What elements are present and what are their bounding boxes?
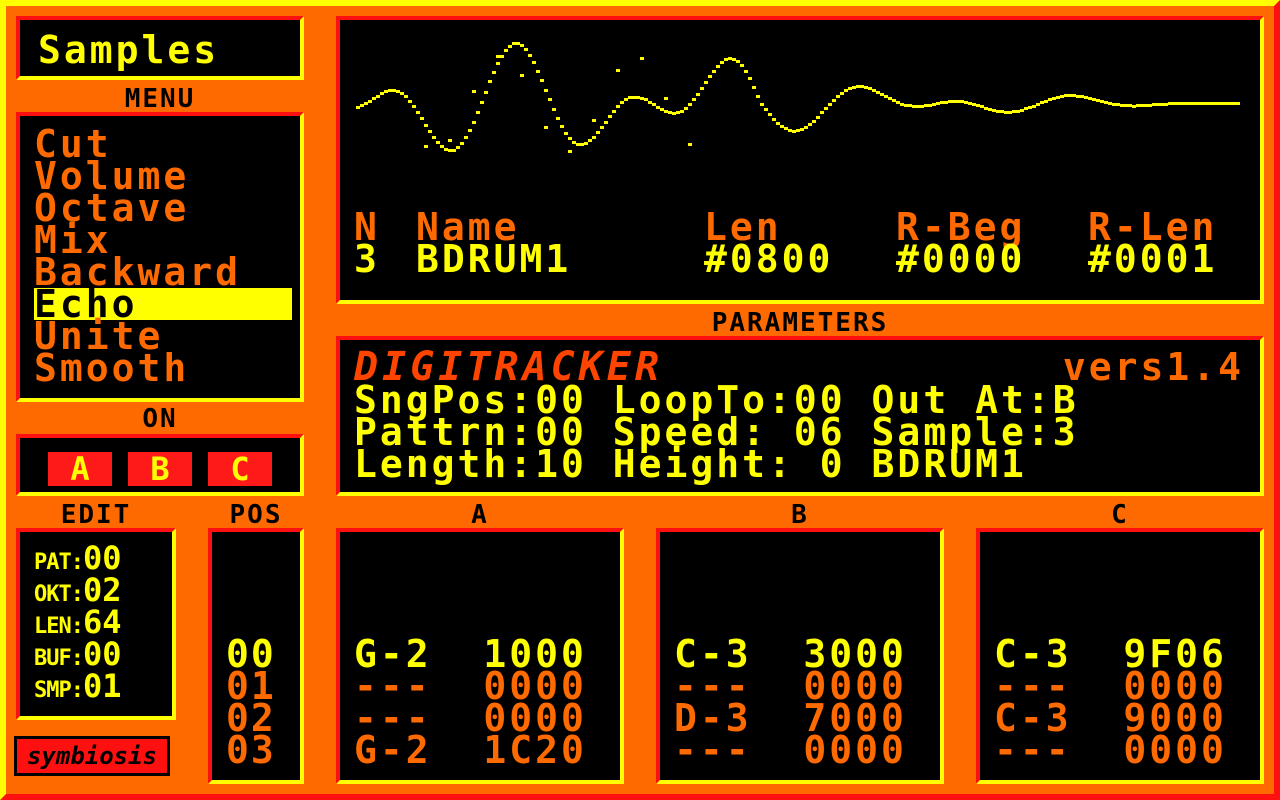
sample-repeat-begin[interactable]: #0000: [896, 240, 1025, 278]
channel-c-label: C: [1111, 500, 1129, 530]
channel-b-label: B: [791, 500, 809, 530]
channel-c-pattern: C-3 9F06 --- 0000 C-3 9000 --- 0000: [976, 528, 1264, 784]
note: ---: [994, 728, 1072, 772]
menu-label: MENU: [124, 84, 196, 114]
waveform-display: [356, 42, 1240, 153]
edit-row-smp[interactable]: SMP:01: [34, 670, 122, 707]
position-panel: 00 01 02 03: [208, 528, 304, 784]
channel-a-pattern: G-2 1000 --- 0000 --- 0000 G-2 1C20: [336, 528, 624, 784]
edit-panel: PAT:00 OKT:02 LEN:64 BUF:00 SMP:01: [16, 528, 176, 720]
channel-b-toggle[interactable]: B: [128, 452, 192, 486]
page-title: Samples: [38, 28, 220, 72]
edit-key: OKT:: [34, 582, 84, 607]
edit-key: BUF:: [34, 646, 84, 671]
channel-c-toggle[interactable]: C: [208, 452, 272, 486]
parameters-label: PARAMETERS: [711, 308, 889, 338]
command: 1C20: [483, 728, 587, 772]
version-label: vers1.4: [1062, 345, 1244, 389]
sample-length[interactable]: #0800: [704, 240, 833, 278]
sample-number: 3: [354, 237, 380, 281]
sample-panel: N Name Len R-Beg R-Len 3 BDRUM1 #0800 #0…: [336, 16, 1264, 304]
pos-label: POS: [229, 500, 283, 530]
parameters-panel: DIGITRACKER vers1.4 SngPos:00 LoopTo:00 …: [336, 336, 1264, 496]
command: 0000: [803, 728, 907, 772]
pattern-row[interactable]: G-2 1C20: [354, 731, 587, 769]
title-panel: Samples: [16, 16, 304, 80]
sample-repeat-length[interactable]: #0001: [1088, 240, 1217, 278]
menu-panel: Cut Volume Octave Mix Backward Echo Unit…: [16, 112, 304, 402]
on-label: ON: [142, 404, 178, 434]
edit-key: LEN:: [34, 614, 84, 639]
command: 0000: [1123, 728, 1227, 772]
edit-key: PAT:: [34, 550, 84, 575]
sample-name[interactable]: BDRUM1: [416, 240, 571, 278]
edit-value: 01: [82, 667, 122, 705]
pattern-row[interactable]: --- 0000: [994, 731, 1227, 769]
menu-item-smooth[interactable]: Smooth: [34, 349, 292, 387]
channel-a-label: A: [471, 500, 489, 530]
symbiosis-logo: symbiosis: [14, 736, 170, 776]
edit-key: SMP:: [34, 678, 84, 703]
edit-label: EDIT: [60, 500, 132, 530]
parameters-line-3[interactable]: Length:10 Height: 0 BDRUM1: [354, 445, 1027, 483]
channel-b-pattern: C-3 3000 --- 0000 D-3 7000 --- 0000: [656, 528, 944, 784]
pattern-row[interactable]: --- 0000: [674, 731, 907, 769]
note: ---: [674, 728, 752, 772]
note: G-2: [354, 728, 432, 772]
channel-a-toggle[interactable]: A: [48, 452, 112, 486]
position-row[interactable]: 03: [226, 731, 276, 769]
channel-toggle-panel: A B C: [16, 434, 304, 496]
